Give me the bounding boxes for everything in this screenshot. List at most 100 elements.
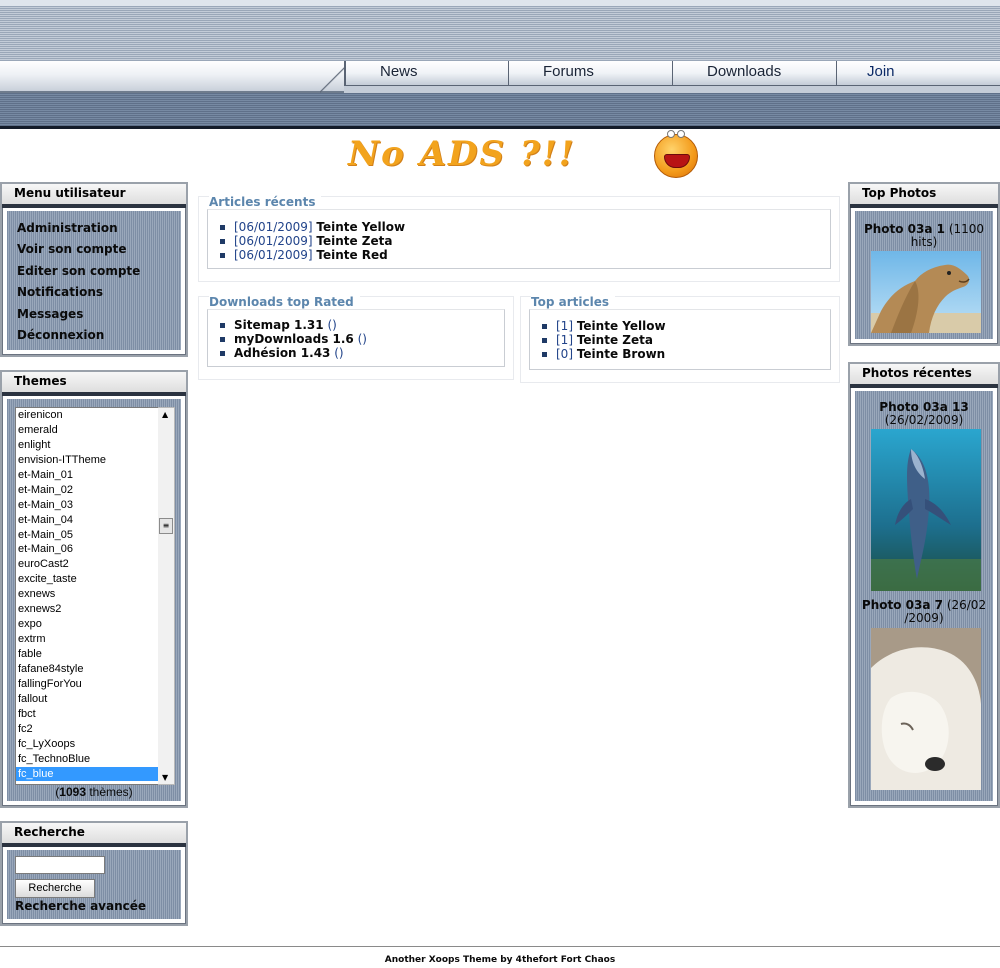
article-count: [0]: [556, 347, 573, 362]
nav-forums[interactable]: Forums: [508, 61, 672, 85]
theme-option[interactable]: extrm: [16, 632, 158, 647]
theme-option[interactable]: exnews: [16, 587, 158, 602]
themes-body: eirenicon emerald enlight envision-ITTheme e…: [7, 399, 181, 801]
search-button[interactable]: Recherche: [15, 879, 95, 898]
article-title[interactable]: Teinte Red: [316, 248, 387, 262]
list-item: [0] Teinte Brown: [542, 347, 830, 361]
menu-view-account[interactable]: Voir son compte: [7, 239, 181, 260]
theme-option[interactable]: et-Main_04: [16, 513, 158, 528]
recent-photos-body: Photo 03a 13 (26/02/2009) Photo 03a 7 (26…: [855, 391, 993, 801]
menu-administration[interactable]: Administration: [7, 218, 181, 239]
theme-option[interactable]: et-Main_01: [16, 468, 158, 483]
list-item: [06/01/2009] Teinte Red: [220, 248, 830, 262]
menu-edit-account[interactable]: Editer son compte: [7, 261, 181, 282]
nav-join[interactable]: Join: [836, 61, 1000, 85]
theme-option[interactable]: exnews2: [16, 602, 158, 617]
list-item: Adhésion 1.43 (): [220, 346, 504, 360]
theme-option[interactable]: enlight: [16, 438, 158, 453]
download-name[interactable]: myDownloads 1.6: [234, 332, 354, 346]
top-photo-caption[interactable]: Photo 03a 1 (1100 hits): [855, 211, 993, 249]
article-date[interactable]: [06/01/2009]: [234, 234, 313, 248]
banner-text: No ADS ?!!: [348, 134, 576, 174]
dolphin-photo[interactable]: [871, 429, 981, 591]
theme-option[interactable]: et-Main_06: [16, 542, 158, 557]
theme-option[interactable]: fafane84style: [16, 662, 158, 677]
recent-articles-block: Articles récents [06/01/2009] Teinte Yel…: [198, 195, 840, 282]
article-count: [1]: [556, 333, 573, 348]
footer-credit: Another Xoops Theme by 4thefort Fort Cha…: [384, 955, 616, 965]
polar-bear-photo[interactable]: [871, 628, 981, 790]
scroll-thumb[interactable]: ≡: [159, 518, 173, 534]
theme-option[interactable]: et-Main_05: [16, 528, 158, 543]
theme-option[interactable]: excite_taste: [16, 572, 158, 587]
download-rating: (): [357, 332, 367, 347]
theme-option[interactable]: fc_blue: [16, 766, 158, 782]
theme-option[interactable]: emerald: [16, 423, 158, 438]
theme-option[interactable]: fc_TechnoBlue: [16, 752, 158, 767]
camel-photo[interactable]: [871, 251, 981, 333]
theme-option[interactable]: eirenicon: [16, 408, 158, 423]
top-articles-block: Top articles [1] Teinte Yellow [1] Teint…: [520, 295, 840, 383]
search-block: Recherche Recherche Recherche avancée: [0, 821, 188, 926]
recent-photo-caption[interactable]: Photo 03a 13 (26/02/2009): [855, 391, 993, 427]
list-item: [06/01/2009] Teinte Yellow: [220, 220, 830, 234]
ad-banner[interactable]: No ADS ?!!: [348, 130, 708, 182]
list-item: [1] Teinte Zeta: [542, 333, 830, 347]
nav-downloads[interactable]: Downloads: [672, 61, 836, 85]
footer-divider: [0, 946, 1000, 947]
downloads-top-block: Downloads top Rated Sitemap 1.31 () myDo…: [198, 295, 514, 380]
themes-block: Themes eirenicon emerald enlight envision-I…: [0, 370, 188, 808]
search-body: Recherche Recherche avancée: [7, 850, 181, 919]
theme-option[interactable]: fable: [16, 647, 158, 662]
article-title[interactable]: Teinte Yellow: [577, 319, 666, 333]
download-rating: (): [334, 346, 344, 361]
article-date[interactable]: [06/01/2009]: [234, 248, 313, 262]
article-title[interactable]: Teinte Zeta: [316, 234, 392, 248]
recent-photos-title: Photos récentes: [850, 364, 998, 388]
search-title: Recherche: [2, 823, 186, 847]
article-title[interactable]: Teinte Yellow: [316, 220, 405, 234]
list-item: [06/01/2009] Teinte Zeta: [220, 234, 830, 248]
search-input[interactable]: [15, 856, 105, 874]
user-menu-title: Menu utilisateur: [2, 184, 186, 208]
list-item: [1] Teinte Yellow: [542, 319, 830, 333]
header-top-band: [0, 0, 1000, 61]
theme-option[interactable]: fc_LyXoops: [16, 737, 158, 752]
menu-logout[interactable]: Déconnexion: [7, 325, 181, 346]
shocked-smiley-icon: [654, 130, 698, 178]
downloads-top-inner: Sitemap 1.31 () myDownloads 1.6 () Adhés…: [207, 309, 505, 367]
scroll-down-icon[interactable]: ▼: [162, 773, 168, 782]
top-photos-title: Top Photos: [850, 184, 998, 208]
article-title[interactable]: Teinte Zeta: [577, 333, 653, 347]
download-name[interactable]: Adhésion 1.43: [234, 346, 330, 360]
menu-notifications[interactable]: Notifications: [7, 282, 181, 303]
themes-scrollbar[interactable]: ▲ ≡ ▼: [158, 407, 175, 785]
theme-option[interactable]: et-Main_03: [16, 498, 158, 513]
article-title[interactable]: Teinte Brown: [577, 347, 665, 361]
user-menu-block: Menu utilisateur Administration Voir son…: [0, 182, 188, 357]
theme-option[interactable]: fbct: [16, 707, 158, 722]
downloads-top-title: Downloads top Rated: [209, 295, 360, 309]
theme-option[interactable]: fc2: [16, 722, 158, 737]
themes-select-list[interactable]: eirenicon emerald enlight envision-ITTheme e…: [15, 407, 159, 785]
main-nav: News Forums Downloads Join: [344, 61, 1000, 86]
menu-messages[interactable]: Messages: [7, 304, 181, 325]
top-articles-inner: [1] Teinte Yellow [1] Teinte Zeta [0] Te…: [529, 309, 831, 370]
advanced-search-link[interactable]: Recherche avancée: [15, 899, 146, 913]
article-count: [1]: [556, 319, 573, 333]
theme-option[interactable]: et-Main_02: [16, 483, 158, 498]
recent-photos-block: Photos récentes Photo 03a 13 (26/02/2009)…: [848, 362, 1000, 808]
theme-option[interactable]: fallout: [16, 692, 158, 707]
theme-option[interactable]: expo: [16, 617, 158, 632]
recent-articles-title: Articles récents: [209, 195, 322, 209]
themes-title: Themes: [2, 372, 186, 396]
theme-option[interactable]: envision-ITTheme: [16, 453, 158, 468]
scroll-up-icon[interactable]: ▲: [162, 410, 168, 419]
top-articles-title: Top articles: [531, 295, 615, 309]
download-name[interactable]: Sitemap 1.31: [234, 318, 324, 332]
article-date[interactable]: [06/01/2009]: [234, 220, 313, 234]
theme-option[interactable]: fallingForYou: [16, 677, 158, 692]
nav-news[interactable]: News: [344, 61, 508, 85]
recent-photo-caption[interactable]: Photo 03a 7 (26/02 /2009): [855, 599, 993, 625]
theme-option[interactable]: euroCast2: [16, 557, 158, 572]
